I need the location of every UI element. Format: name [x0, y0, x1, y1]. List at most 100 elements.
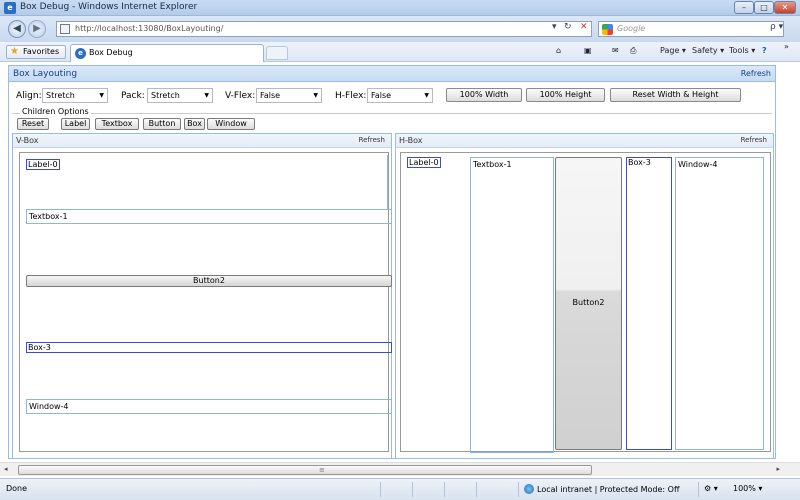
add-button-button[interactable]: Button	[143, 118, 181, 130]
address-input[interactable]: http://localhost:13080/BoxLayouting/	[56, 21, 592, 37]
vbox-panel: V-Box Refresh Label-0 Textbox-1 Button2 …	[12, 133, 392, 459]
children-options-legend: Children Options	[20, 107, 91, 116]
chevron-down-icon: ▼	[424, 92, 429, 99]
main-refresh-link[interactable]: Refresh	[741, 69, 771, 78]
hbox-textbox[interactable]: Textbox-1	[470, 157, 554, 453]
stop-icon[interactable]: ✕	[580, 22, 588, 32]
status-separator	[444, 482, 445, 497]
globe-icon	[524, 484, 534, 494]
vbox-box: Box-3	[26, 342, 392, 353]
vbox-header: V-Box Refresh	[13, 134, 391, 148]
ie-tab-icon: e	[75, 48, 86, 59]
reset-children-button[interactable]: Reset	[17, 118, 49, 130]
tab-box-debug[interactable]: e Box Debug	[70, 44, 264, 62]
vbox-refresh-link[interactable]: Refresh	[359, 136, 385, 144]
google-icon	[602, 24, 613, 35]
scroll-right-icon[interactable]: ▸	[776, 465, 780, 473]
window-title-bar: e Box Debug - Windows Internet Explorer …	[0, 0, 800, 16]
vbox-label: Label-0	[26, 159, 60, 170]
scroll-thumb[interactable]: ≡	[18, 465, 592, 475]
chevron-down-icon: ▼	[313, 92, 318, 99]
reset-width-height-button[interactable]: Reset Width & Height	[610, 88, 741, 102]
feeds-icon[interactable]: ▣	[584, 46, 592, 55]
hflex-value: False	[371, 91, 392, 100]
hbox-title: H-Box	[399, 136, 423, 145]
print-icon[interactable]: ⎙	[630, 46, 636, 56]
vbox-textbox[interactable]: Textbox-1	[26, 209, 392, 224]
page-content: Box Layouting Refresh Align: Stretch ▼ P…	[0, 62, 800, 462]
pack-select[interactable]: Stretch ▼	[147, 88, 213, 103]
favorites-bar: ★ Favorites e Box Debug ⌂ ▣ ✉ ⎙ Page ▾ S…	[0, 42, 800, 62]
favorites-button[interactable]: ★ Favorites	[6, 45, 67, 59]
hbox-label: Label-0	[407, 157, 441, 168]
width-100-button[interactable]: 100% Width	[446, 88, 522, 102]
vflex-select[interactable]: False ▼	[256, 88, 322, 103]
vbox-window[interactable]: Window-4	[26, 399, 392, 414]
chevron-icon[interactable]: »	[784, 42, 789, 51]
main-panel-title: Box Layouting	[13, 69, 78, 79]
star-icon: ★	[10, 46, 19, 57]
zone-text: Local intranet | Protected Mode: Off	[537, 485, 680, 494]
pack-value: Stretch	[151, 91, 180, 100]
align-select[interactable]: Stretch ▼	[42, 88, 108, 103]
hbox-window[interactable]: Window-4	[675, 157, 764, 450]
hflex-label: H-Flex:	[335, 91, 367, 101]
grip-icon: ≡	[319, 466, 325, 474]
security-zone[interactable]: Local intranet | Protected Mode: Off	[524, 484, 679, 494]
hbox-refresh-link[interactable]: Refresh	[741, 136, 767, 144]
status-bar: Done Local intranet | Protected Mode: Of…	[0, 478, 800, 500]
search-placeholder: Google	[617, 24, 646, 33]
status-separator	[698, 482, 699, 497]
add-label-button[interactable]: Label	[61, 118, 90, 130]
align-label: Align:	[16, 91, 42, 101]
window-title: Box Debug - Windows Internet Explorer	[20, 2, 198, 12]
status-text: Done	[6, 484, 28, 493]
safety-menu[interactable]: Safety ▾	[692, 46, 724, 55]
tab-label: Box Debug	[89, 48, 133, 57]
vflex-value: False	[260, 91, 281, 100]
hbox-button[interactable]: Button2	[555, 157, 622, 450]
close-button[interactable]: ✕	[774, 1, 796, 14]
main-panel-header: Box Layouting Refresh	[9, 66, 775, 82]
refresh-icon[interactable]: ↻	[564, 22, 572, 32]
box-layouting-panel: Box Layouting Refresh Align: Stretch ▼ P…	[8, 65, 776, 459]
address-dropdown-icon[interactable]: ▾	[552, 22, 557, 32]
hflex-select[interactable]: False ▼	[367, 88, 433, 103]
new-tab-button[interactable]	[266, 46, 288, 60]
add-textbox-button[interactable]: Textbox	[95, 118, 139, 130]
home-icon[interactable]: ⌂	[556, 46, 561, 55]
vbox-container: Label-0 Textbox-1 Button2 Box-3 Window-4	[19, 152, 392, 452]
chevron-down-icon: ▼	[204, 92, 209, 99]
height-100-button[interactable]: 100% Height	[526, 88, 605, 102]
help-icon[interactable]: ?	[762, 46, 767, 55]
status-separator	[476, 482, 477, 497]
hbox-panel: H-Box Refresh Label-0 Textbox-1 Button2 …	[395, 133, 774, 459]
page-icon	[60, 24, 70, 34]
status-separator	[518, 482, 519, 497]
maximize-button[interactable]: □	[754, 1, 774, 14]
back-button[interactable]: ◀	[8, 20, 26, 38]
vbox-title: V-Box	[16, 136, 39, 145]
add-window-button[interactable]: Window	[207, 118, 255, 130]
minimize-button[interactable]: –	[734, 1, 754, 14]
options-toolbar: Align: Stretch ▼ Pack: Stretch ▼ V-Flex:…	[9, 83, 775, 130]
gear-icon[interactable]: ⚙ ▾	[704, 484, 718, 493]
hbox-box: Box-3	[626, 157, 672, 450]
scroll-left-icon[interactable]: ◂	[4, 465, 8, 473]
hbox-container: Label-0 Textbox-1 Button2 Box-3 Window-4	[400, 152, 771, 453]
search-icon[interactable]: ρ ▾	[770, 22, 783, 32]
status-separator	[412, 482, 413, 497]
tools-menu[interactable]: Tools ▾	[729, 46, 755, 55]
address-toolbar: ◀ ▶ http://localhost:13080/BoxLayouting/…	[0, 16, 800, 42]
add-box-button[interactable]: Box	[184, 118, 205, 130]
search-input[interactable]: Google	[598, 21, 784, 37]
zoom-level[interactable]: 100% ▾	[733, 484, 762, 493]
chevron-down-icon: ▼	[99, 92, 104, 99]
page-menu[interactable]: Page ▾	[660, 46, 686, 55]
align-value: Stretch	[46, 91, 75, 100]
vbox-button[interactable]: Button2	[26, 275, 392, 287]
status-separator	[380, 482, 381, 497]
mail-icon[interactable]: ✉	[612, 46, 619, 55]
forward-button[interactable]: ▶	[28, 20, 46, 38]
horizontal-scrollbar[interactable]: ◂ ≡ ▸	[0, 462, 800, 476]
